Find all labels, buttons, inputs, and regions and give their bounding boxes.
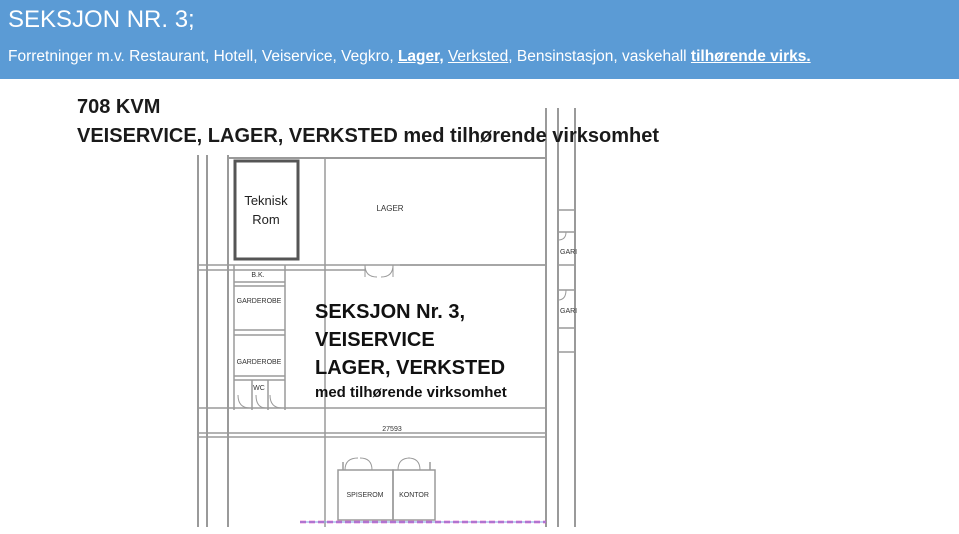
- room-label-wc: WC: [253, 385, 265, 392]
- overlay-line-2: VEISERVICE: [315, 329, 435, 351]
- room-label-gar-2: GARI: [560, 308, 577, 315]
- dimension-label: 27593: [382, 426, 402, 433]
- teknisk-rom-box: [233, 159, 300, 261]
- teknisk-rom-label-1: Teknisk: [244, 193, 288, 208]
- room-label-lager: LAGER: [376, 204, 403, 213]
- room-label-bk: B.K.: [251, 272, 264, 279]
- room-label-gar-1: GARI: [560, 249, 577, 256]
- room-label-kontor: KONTOR: [399, 492, 429, 499]
- overlay-line-3: LAGER, VERKSTED: [315, 357, 506, 379]
- section-overlay-label: SEKSJON Nr. 3, VEISERVICE LAGER, VERKSTE…: [315, 298, 507, 404]
- section-heading: VEISERVICE, LAGER, VERKSTED med tilhøren…: [77, 125, 659, 147]
- overlay-line-1: SEKSJON Nr. 3,: [315, 301, 466, 323]
- floor-plan: Teknisk Rom LAGER B.K. GARDEROBE GARDERO…: [197, 108, 577, 527]
- teknisk-rom-label-2: Rom: [252, 212, 279, 227]
- room-label-garderobe-2: GARDEROBE: [237, 359, 282, 366]
- room-label-garderobe-1: GARDEROBE: [237, 298, 282, 305]
- overlay-line-4: med tilhørende virksomhet: [315, 384, 507, 401]
- room-label-spiserom: SPISEROM: [347, 492, 384, 499]
